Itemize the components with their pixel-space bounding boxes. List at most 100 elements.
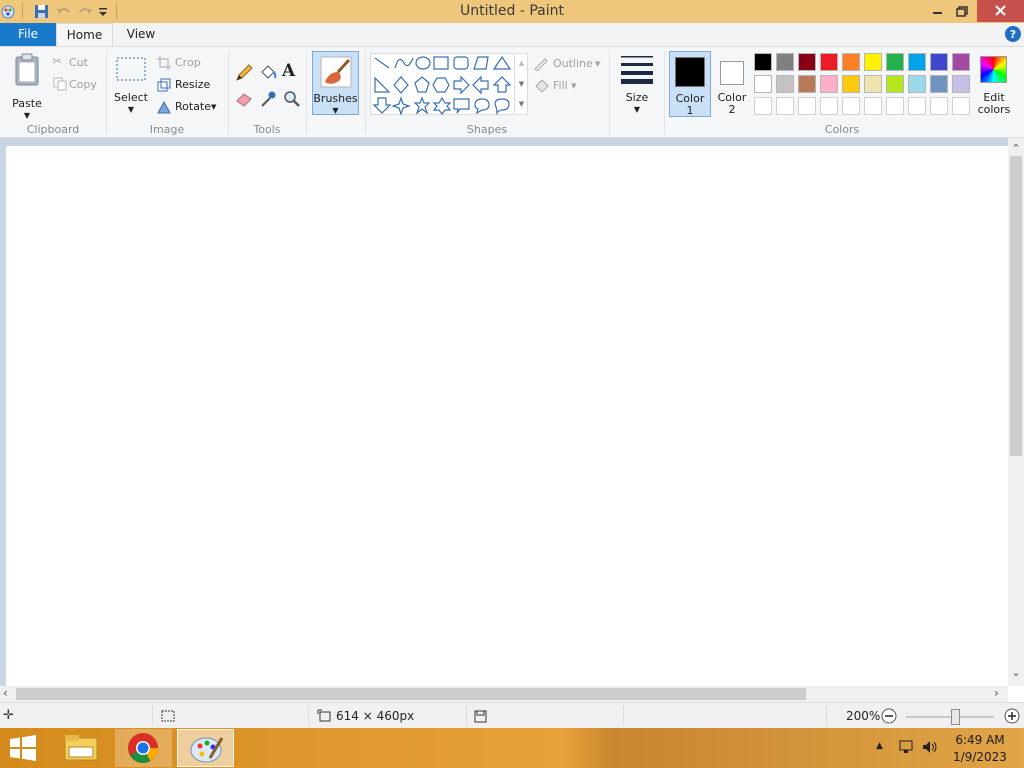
clock-time[interactable]: 6:49 AM	[950, 733, 1010, 747]
palette-swatch[interactable]	[820, 53, 838, 71]
help-icon[interactable]: ?	[1004, 25, 1022, 43]
palette-swatch[interactable]	[754, 53, 772, 71]
tab-home[interactable]: Home	[56, 23, 113, 47]
palette-custom-slot[interactable]	[842, 97, 860, 115]
shape-curve-icon	[394, 57, 414, 69]
crop-button[interactable]: Crop	[156, 55, 226, 71]
chrome-icon	[128, 733, 158, 764]
rotate-icon	[157, 100, 171, 114]
selection-size-icon	[161, 710, 175, 722]
taskbar-chrome[interactable]	[115, 729, 172, 767]
brushes-button[interactable]: Brushes ▼	[312, 51, 359, 115]
palette-custom-slot[interactable]	[820, 97, 838, 115]
zoom-slider-thumb[interactable]	[951, 709, 960, 725]
volume-icon[interactable]	[921, 739, 939, 755]
palette-custom-slot[interactable]	[930, 97, 948, 115]
outline-label: Outline	[553, 57, 593, 70]
paste-button[interactable]: Paste ▼	[8, 53, 46, 120]
fill-button[interactable]: Fill ▼	[533, 77, 613, 93]
scroll-up-arrow-icon[interactable]: ⌃	[1008, 142, 1024, 155]
palette-swatch[interactable]	[842, 75, 860, 93]
cursor-position-icon: ✛	[3, 708, 14, 723]
scroll-up-icon: ▲	[518, 59, 525, 67]
outline-icon	[534, 58, 548, 71]
copy-label: Copy	[69, 78, 97, 91]
edit-colors-button[interactable]: Edit colors	[974, 51, 1014, 117]
window-title: Untitled - Paint	[460, 3, 564, 19]
pencil-icon[interactable]	[234, 63, 254, 83]
palette-custom-slot[interactable]	[908, 97, 926, 115]
vertical-scrollbar[interactable]: ⌃ ⌄	[1008, 138, 1024, 686]
palette-swatch[interactable]	[886, 53, 904, 71]
close-button[interactable]	[977, 0, 1024, 22]
svg-text:?: ?	[1010, 28, 1016, 41]
clock-date[interactable]: 1/9/2023	[950, 750, 1010, 764]
palette-swatch[interactable]	[754, 75, 772, 93]
palette-swatch[interactable]	[952, 75, 970, 93]
palette-custom-slot[interactable]	[754, 97, 772, 115]
palette-swatch[interactable]	[864, 75, 882, 93]
outline-button[interactable]: Outline ▼	[533, 55, 613, 71]
zoom-slider-track[interactable]	[906, 716, 994, 718]
resize-button[interactable]: Resize	[156, 77, 226, 93]
palette-custom-slot[interactable]	[952, 97, 970, 115]
palette-custom-slot[interactable]	[886, 97, 904, 115]
color1-button[interactable]: Color 1	[669, 51, 711, 117]
rotate-button[interactable]: Rotate ▼	[156, 99, 226, 115]
palette-swatch[interactable]	[776, 75, 794, 93]
scissors-icon: ✂	[52, 54, 63, 68]
shape-arrow-right-icon	[453, 75, 470, 95]
palette-swatch[interactable]	[820, 75, 838, 93]
palette-swatch[interactable]	[908, 53, 926, 71]
zoom-out-icon[interactable]	[881, 708, 897, 724]
shapes-scroll[interactable]: ▲ ▼ ▼	[514, 53, 528, 115]
paste-dropdown-icon[interactable]: ▼	[8, 109, 46, 122]
zoom-in-icon[interactable]	[1004, 708, 1020, 724]
select-dropdown-icon[interactable]: ▼	[112, 103, 150, 116]
fill-bucket-icon[interactable]	[258, 63, 278, 83]
palette-swatch[interactable]	[952, 53, 970, 71]
color2-swatch	[720, 61, 744, 85]
palette-custom-slot[interactable]	[864, 97, 882, 115]
select-button[interactable]: Select ▼	[112, 55, 150, 116]
copy-button[interactable]: Copy	[52, 76, 102, 92]
resize-icon	[157, 78, 171, 92]
scroll-down-icon: ▼	[518, 80, 525, 88]
start-button[interactable]	[8, 734, 38, 762]
palette-custom-slot[interactable]	[776, 97, 794, 115]
palette-swatch[interactable]	[798, 53, 816, 71]
horizontal-scrollbar[interactable]: ‹ ›	[0, 686, 1008, 702]
shape-callout-rect-icon	[453, 98, 470, 114]
horizontal-scroll-thumb[interactable]	[16, 688, 806, 700]
show-hidden-icons-icon[interactable]: ▲	[876, 741, 883, 751]
palette-swatch[interactable]	[886, 75, 904, 93]
restore-button[interactable]	[948, 0, 976, 22]
tab-view[interactable]: View	[116, 23, 166, 47]
tab-file[interactable]: File	[0, 23, 56, 46]
scroll-down-arrow-icon[interactable]: ⌄	[1008, 666, 1024, 679]
palette-swatch[interactable]	[864, 53, 882, 71]
text-tool-icon[interactable]: A	[282, 61, 302, 81]
size-button[interactable]: Size ▼	[614, 53, 660, 115]
palette-swatch[interactable]	[930, 75, 948, 93]
color-picker-icon[interactable]	[258, 89, 278, 109]
cut-button[interactable]: ✂ Cut	[52, 54, 102, 70]
scroll-right-arrow-icon[interactable]: ›	[994, 686, 999, 700]
crop-icon	[157, 56, 171, 70]
drawing-canvas[interactable]	[6, 146, 1008, 686]
taskbar-file-explorer[interactable]	[53, 729, 110, 767]
palette-swatch[interactable]	[908, 75, 926, 93]
scroll-left-arrow-icon[interactable]: ‹	[3, 686, 8, 700]
palette-custom-slot[interactable]	[798, 97, 816, 115]
vertical-scroll-thumb[interactable]	[1010, 156, 1022, 456]
magnifier-icon[interactable]	[282, 89, 302, 109]
palette-swatch[interactable]	[842, 53, 860, 71]
palette-swatch[interactable]	[930, 53, 948, 71]
palette-swatch[interactable]	[798, 75, 816, 93]
palette-swatch[interactable]	[776, 53, 794, 71]
network-icon[interactable]	[898, 739, 914, 755]
eraser-icon[interactable]	[234, 89, 254, 109]
shape-arrow-up-icon	[492, 76, 512, 93]
color2-button[interactable]: Color 2	[712, 51, 752, 117]
taskbar-paint[interactable]	[177, 729, 234, 767]
